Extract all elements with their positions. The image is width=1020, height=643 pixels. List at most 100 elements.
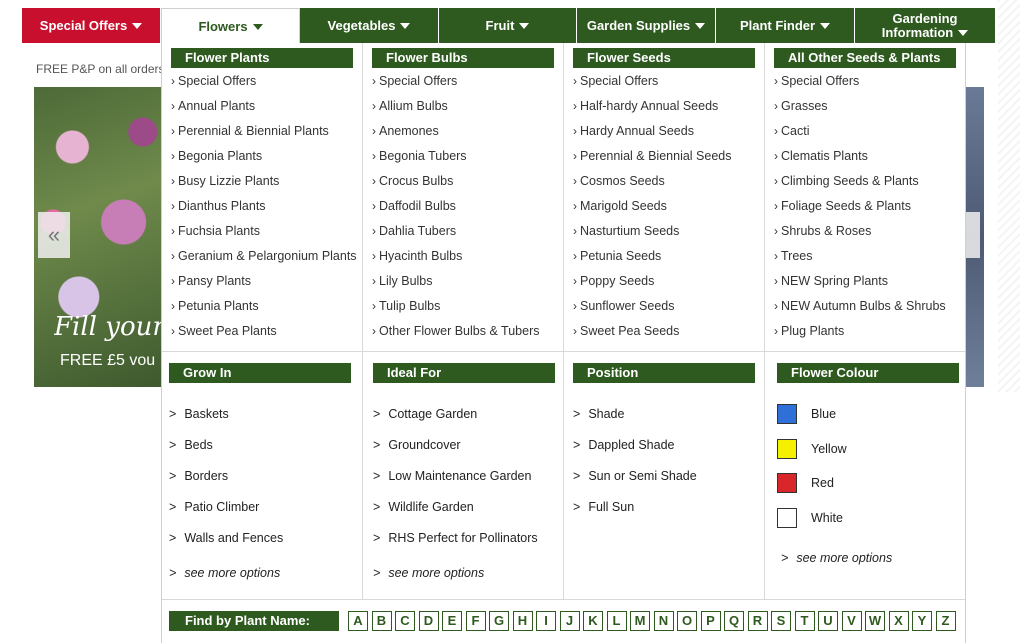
menu-link[interactable]: › Begonia Tubers — [372, 149, 467, 163]
menu-link[interactable]: › Climbing Seeds & Plants — [774, 174, 919, 188]
colour-label-red[interactable]: Red — [811, 476, 834, 490]
heading-flower-seeds[interactable]: Flower Seeds — [573, 48, 755, 68]
letter-link[interactable]: K — [583, 611, 603, 631]
heading-flower-plants[interactable]: Flower Plants — [171, 48, 353, 68]
menu-link[interactable]: › Plug Plants — [774, 324, 844, 338]
menu-link[interactable]: › Petunia Seeds — [573, 249, 661, 263]
filter-link[interactable]: > Dappled Shade — [573, 438, 675, 452]
nav-garden-supplies[interactable]: Garden Supplies — [577, 8, 716, 43]
colour-label-blue[interactable]: Blue — [811, 407, 836, 421]
letter-link[interactable]: P — [700, 611, 721, 631]
menu-link[interactable]: › Lily Bulbs — [372, 274, 433, 288]
menu-link[interactable]: › Crocus Bulbs — [372, 174, 453, 188]
menu-link[interactable]: › Nasturtium Seeds — [573, 224, 679, 238]
menu-link[interactable]: › Trees — [774, 249, 813, 263]
filter-link[interactable]: > Beds — [169, 438, 213, 452]
nav-flowers[interactable]: Flowers — [161, 8, 300, 44]
menu-link[interactable]: › Special Offers — [573, 74, 658, 88]
menu-link[interactable]: › Dianthus Plants — [171, 199, 266, 213]
menu-link[interactable]: › Other Flower Bulbs & Tubers — [372, 324, 539, 338]
filter-link[interactable]: > Full Sun — [573, 500, 634, 514]
menu-link[interactable]: › Clematis Plants — [774, 149, 868, 163]
letter-link[interactable]: U — [818, 611, 838, 631]
menu-link[interactable]: › Perennial & Biennial Plants — [171, 124, 329, 138]
colour-swatch-yellow[interactable] — [777, 439, 797, 459]
menu-link[interactable]: › Begonia Plants — [171, 149, 262, 163]
menu-link[interactable]: › Annual Plants — [171, 99, 255, 113]
filter-link[interactable]: > Borders — [169, 469, 228, 483]
letter-link[interactable]: G — [489, 611, 509, 631]
letter-link[interactable]: I — [536, 611, 556, 631]
letter-link[interactable]: J — [559, 611, 580, 631]
menu-link[interactable]: › Poppy Seeds — [573, 274, 654, 288]
menu-link[interactable]: › Shrubs & Roses — [774, 224, 871, 238]
letter-link[interactable]: M — [630, 611, 650, 631]
menu-link[interactable]: › Cacti — [774, 124, 809, 138]
menu-link[interactable]: › Sunflower Seeds — [573, 299, 675, 313]
filter-link[interactable]: > Cottage Garden — [373, 407, 477, 421]
menu-link[interactable]: › Fuchsia Plants — [171, 224, 260, 238]
letter-link[interactable]: T — [794, 611, 815, 631]
letter-link[interactable]: F — [465, 611, 486, 631]
filter-link[interactable]: > Walls and Fences — [169, 531, 283, 545]
hero-next-arrow-icon[interactable] — [966, 212, 980, 258]
heading-all-other-seeds-plants[interactable]: All Other Seeds & Plants — [774, 48, 956, 68]
filter-link[interactable]: > Low Maintenance Garden — [373, 469, 531, 483]
nav-special-offers[interactable]: Special Offers — [22, 8, 161, 43]
letter-link[interactable]: H — [512, 611, 533, 631]
menu-link[interactable]: › Hyacinth Bulbs — [372, 249, 462, 263]
menu-link[interactable]: › Tulip Bulbs — [372, 299, 440, 313]
nav-plant-finder[interactable]: Plant Finder — [716, 8, 855, 43]
menu-link[interactable]: › Busy Lizzie Plants — [171, 174, 279, 188]
nav-vegetables[interactable]: Vegetables — [300, 8, 439, 43]
menu-link[interactable]: › Cosmos Seeds — [573, 174, 665, 188]
menu-link[interactable]: › Pansy Plants — [171, 274, 251, 288]
colour-swatch-white[interactable] — [777, 508, 797, 528]
menu-link[interactable]: › Geranium & Pelargonium Plants — [171, 249, 357, 263]
menu-link[interactable]: › NEW Spring Plants — [774, 274, 888, 288]
letter-link[interactable]: B — [371, 611, 392, 631]
menu-link[interactable]: › Petunia Plants — [171, 299, 259, 313]
filter-link[interactable]: > Groundcover — [373, 438, 461, 452]
filter-see-more-link[interactable]: > see more options — [373, 566, 484, 580]
filter-see-more-link[interactable]: > see more options — [169, 566, 280, 580]
menu-link[interactable]: › Special Offers — [774, 74, 859, 88]
colour-label-yellow[interactable]: Yellow — [811, 442, 847, 456]
menu-link[interactable]: › NEW Autumn Bulbs & Shrubs — [774, 299, 946, 313]
letter-link[interactable]: D — [418, 611, 439, 631]
filter-link[interactable]: > Patio Climber — [169, 500, 259, 514]
filter-link[interactable]: > Shade — [573, 407, 624, 421]
menu-link[interactable]: › Foliage Seeds & Plants — [774, 199, 911, 213]
letter-link[interactable]: E — [442, 611, 462, 631]
letter-link[interactable]: N — [653, 611, 674, 631]
letter-link[interactable]: R — [747, 611, 768, 631]
letter-link[interactable]: L — [606, 611, 627, 631]
menu-link[interactable]: › Special Offers — [372, 74, 457, 88]
letter-link[interactable]: Z — [935, 611, 956, 631]
filter-link[interactable]: > RHS Perfect for Pollinators — [373, 531, 538, 545]
letter-link[interactable]: A — [348, 611, 368, 631]
letter-link[interactable]: Y — [912, 611, 932, 631]
menu-link[interactable]: › Daffodil Bulbs — [372, 199, 456, 213]
menu-link[interactable]: › Anemones — [372, 124, 439, 138]
menu-link[interactable]: › Special Offers — [171, 74, 256, 88]
letter-link[interactable]: V — [841, 611, 862, 631]
menu-link[interactable]: › Dahlia Tubers — [372, 224, 456, 238]
nav-gardening-information[interactable]: Gardening Information — [855, 8, 995, 43]
menu-link[interactable]: › Marigold Seeds — [573, 199, 667, 213]
letter-link[interactable]: W — [865, 611, 885, 631]
menu-link[interactable]: › Allium Bulbs — [372, 99, 448, 113]
letter-link[interactable]: S — [771, 611, 791, 631]
menu-link[interactable]: › Hardy Annual Seeds — [573, 124, 694, 138]
colour-swatch-blue[interactable] — [777, 404, 797, 424]
menu-link[interactable]: › Grasses — [774, 99, 828, 113]
menu-link[interactable]: › Perennial & Biennial Seeds — [573, 149, 732, 163]
colour-swatch-red[interactable] — [777, 473, 797, 493]
heading-flower-bulbs[interactable]: Flower Bulbs — [372, 48, 554, 68]
menu-link[interactable]: › Sweet Pea Seeds — [573, 324, 679, 338]
letter-link[interactable]: O — [677, 611, 697, 631]
menu-link[interactable]: › Half-hardy Annual Seeds — [573, 99, 718, 113]
letter-link[interactable]: C — [395, 611, 415, 631]
filter-link[interactable]: > Wildlife Garden — [373, 500, 474, 514]
nav-fruit[interactable]: Fruit — [439, 8, 577, 43]
